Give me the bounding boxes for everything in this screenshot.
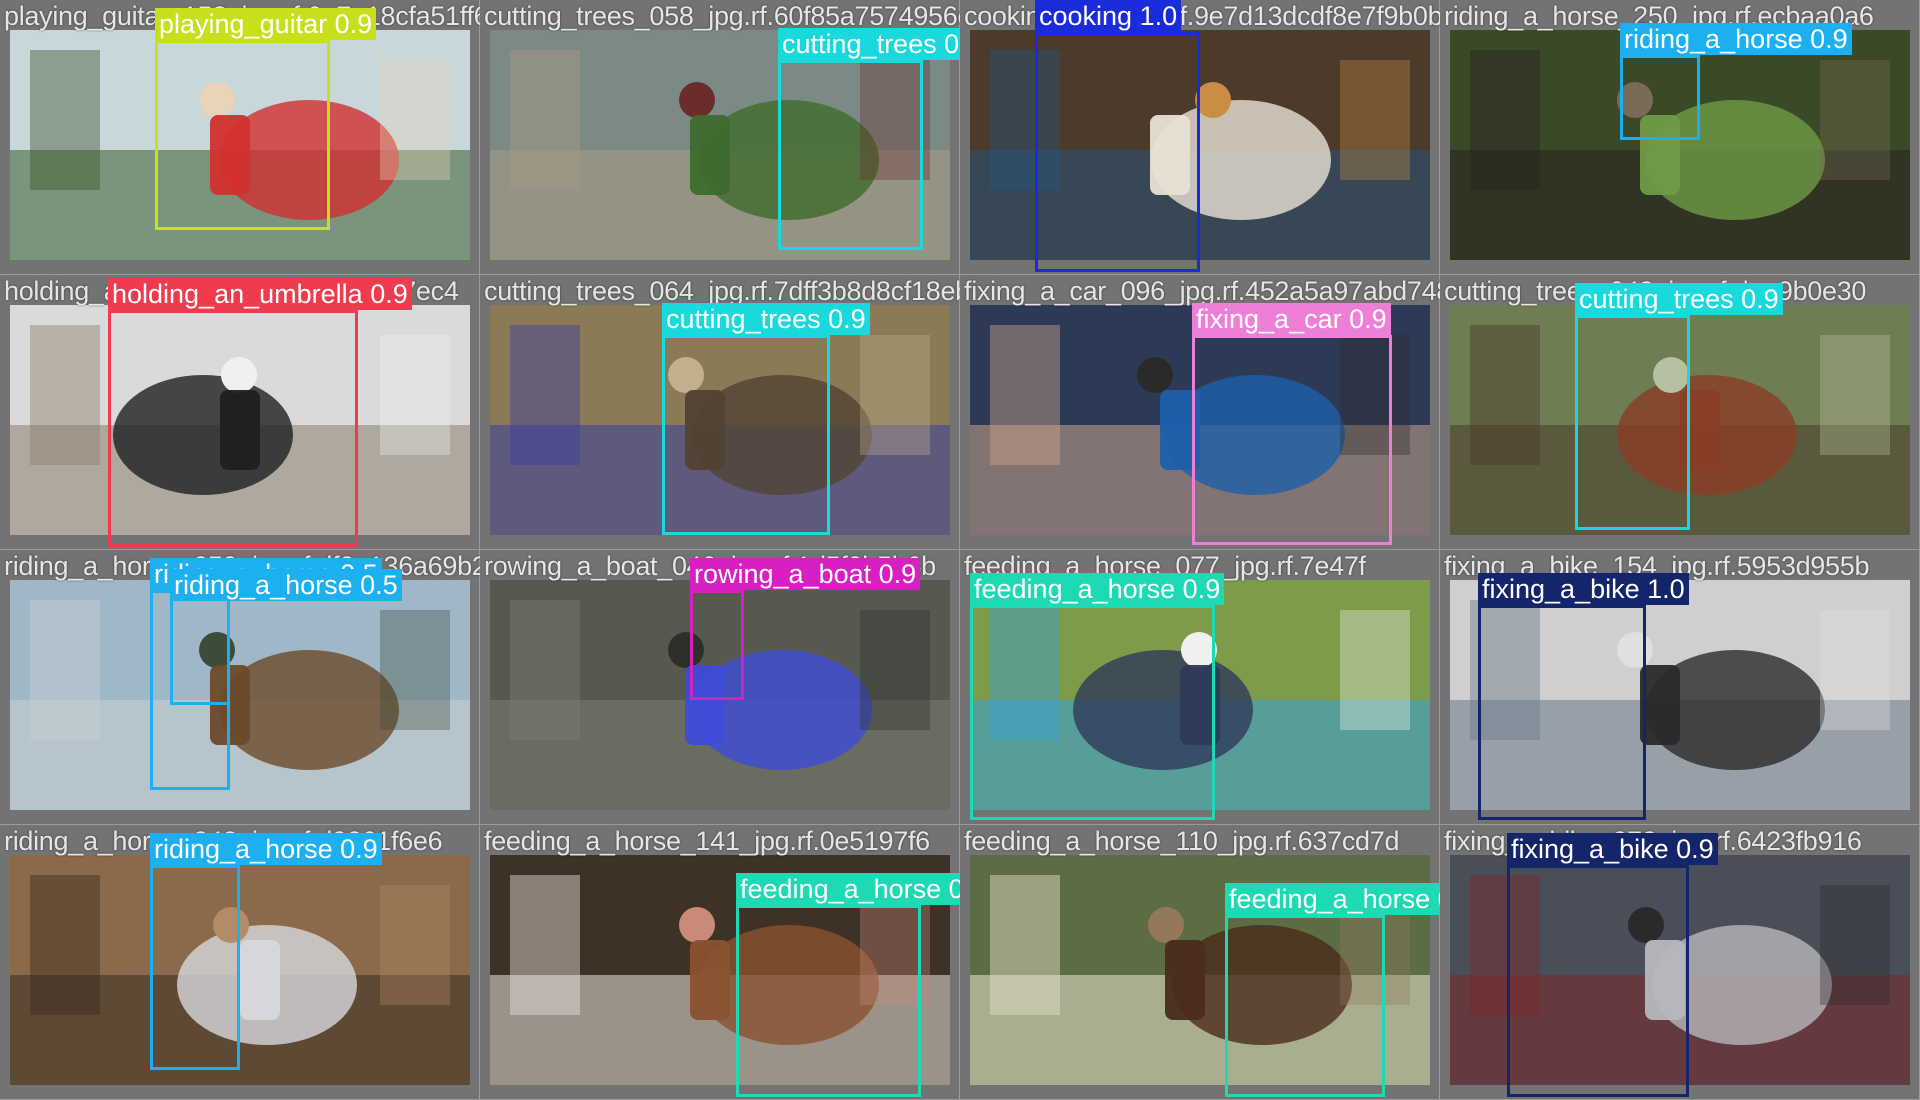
prediction-grid: playing_guitar_153_jpg.rf.6e7a18cfa51ff6… <box>0 0 1920 1100</box>
photo <box>10 580 470 810</box>
detection-label: feeding_a_horse 0.8 <box>1225 883 1440 915</box>
prediction-tile: riding_a_horse_243_jpg.rf.d9261f6e6ridin… <box>0 825 480 1100</box>
river-horse-photo <box>10 580 470 810</box>
detection-label: rowing_a_boat 0.9 <box>690 558 921 590</box>
prediction-tile: cutting_trees_058_jpg.rf.60f85a7574956c c… <box>480 0 960 275</box>
bounding-box <box>155 40 330 230</box>
detection-label: playing_guitar 0.9 <box>155 8 377 40</box>
prediction-tile: cutting_trees_043_jpg.rf.dee9b0e30cuttin… <box>1440 275 1920 550</box>
detection-label: holding_an_umbrella 0.9 <box>108 278 412 310</box>
detection-label: feeding_a_horse 0.9 <box>970 573 1225 605</box>
bounding-box <box>778 60 923 250</box>
detection-label: cutting_trees 0.9 <box>1575 283 1783 315</box>
detection-label: cooking 1.0 <box>1035 0 1182 32</box>
detection-label: fixing_a_bike 0.9 <box>1507 833 1718 865</box>
prediction-tile: fixing_a_bike_072_jpg.rf.6423fb916fixing… <box>1440 825 1920 1100</box>
detection-label: cutting_trees 0.9 <box>778 28 960 60</box>
bounding-box <box>1478 605 1646 820</box>
prediction-tile: feeding_a_horse_077_jpg.rf.7e47f feeding_… <box>960 550 1440 825</box>
arena-photo <box>10 855 470 1085</box>
bounding-box <box>1575 315 1690 530</box>
bounding-box <box>170 595 230 705</box>
image-filename: feeding_a_horse_110_jpg.rf.637cd7d <box>964 826 1400 856</box>
prediction-tile: cooking_058_jpg.rf.9e7d13dcdf8e7f9b0bb20… <box>960 0 1440 275</box>
prediction-tile: riding_a_horse_250_jpg.rf.ecbaa0a6 riding… <box>1440 0 1920 275</box>
bounding-box <box>1035 32 1200 272</box>
detection-label: riding_a_horse 0.9 <box>150 833 382 865</box>
bounding-box <box>150 865 240 1070</box>
bounding-box <box>1507 865 1689 1097</box>
prediction-tile: rowing_a_boat_046_jpg.rf.1d5f0b5b6browin… <box>480 550 960 825</box>
bounding-box <box>1225 915 1385 1097</box>
bounding-box <box>970 605 1215 820</box>
bounding-box <box>690 590 744 700</box>
photo <box>10 855 470 1085</box>
prediction-tile: riding_a_horse_259_jpg.rf.df2e136a69b2ri… <box>0 550 480 825</box>
detection-label: riding_a_horse 0.5 <box>170 569 402 601</box>
prediction-tile: feeding_a_horse_110_jpg.rf.637cd7dfeedin… <box>960 825 1440 1100</box>
detection-label: riding_a_horse 0.9 <box>1620 23 1852 55</box>
bounding-box <box>662 335 830 535</box>
detection-label: fixing_a_car 0.9 <box>1192 303 1391 335</box>
bounding-box <box>1192 335 1392 545</box>
detection-label: feeding_a_horse 0.9 <box>736 873 960 905</box>
prediction-tile: playing_guitar_153_jpg.rf.6e7a18cfa51ff6… <box>0 0 480 275</box>
prediction-tile: holding_an_umbrella_204_jpg.rf.c7ec4hold… <box>0 275 480 550</box>
bounding-box <box>108 310 358 547</box>
bounding-box <box>1620 55 1700 140</box>
detection-label: cutting_trees 0.9 <box>662 303 870 335</box>
detection-label: fixing_a_bike 1.0 <box>1478 573 1689 605</box>
bounding-box <box>736 905 921 1097</box>
prediction-tile: feeding_a_horse_141_jpg.rf.0e5197f6feedi… <box>480 825 960 1100</box>
image-filename: feeding_a_horse_141_jpg.rf.0e5197f6 <box>484 826 930 856</box>
prediction-tile: fixing_a_bike_154_jpg.rf.5953d955b fixing… <box>1440 550 1920 825</box>
prediction-tile: fixing_a_car_096_jpg.rf.452a5a97abd74818… <box>960 275 1440 550</box>
prediction-tile: cutting_trees_064_jpg.rf.7dff3b8d8cf18eb… <box>480 275 960 550</box>
